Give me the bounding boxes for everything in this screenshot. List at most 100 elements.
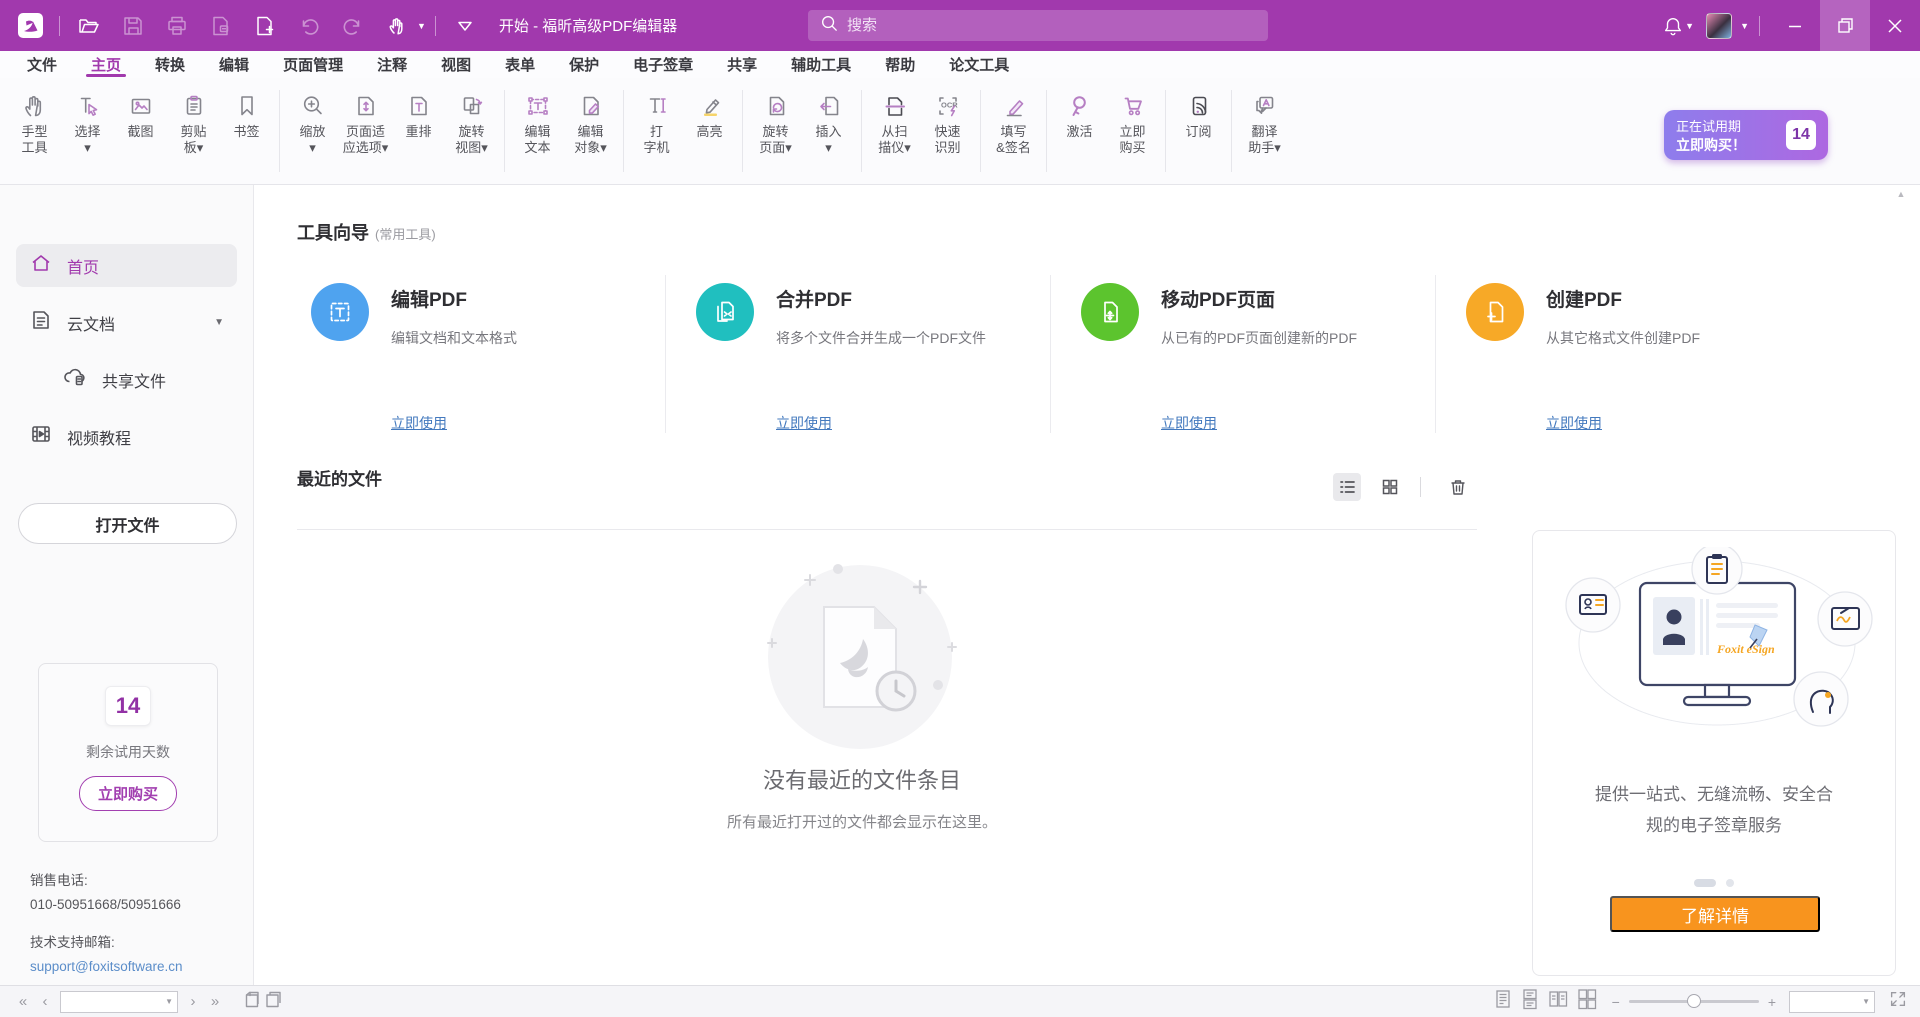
toolbar-button-hand-tool[interactable]: 手型工具: [8, 86, 61, 156]
open-file-icon[interactable]: [69, 6, 109, 46]
prev-page-button[interactable]: ‹: [34, 993, 56, 1010]
menu-tab-12[interactable]: 帮助: [868, 51, 932, 78]
zoom-slider-handle[interactable]: [1687, 994, 1701, 1008]
zoom-slider[interactable]: [1629, 1000, 1759, 1003]
undo-icon[interactable]: [289, 6, 329, 46]
facing-continuous-view-icon[interactable]: [1577, 988, 1597, 1015]
sidebar-item-home[interactable]: 首页: [16, 244, 237, 287]
continuous-view-icon[interactable]: [1521, 988, 1539, 1015]
statusbar: « ‹ ▼ › » − + ▼: [0, 985, 1920, 1017]
zoom-level-combo[interactable]: ▼: [1789, 991, 1875, 1013]
close-button[interactable]: [1870, 0, 1920, 51]
toolbar-button-typewriter[interactable]: 打字机: [630, 86, 683, 156]
list-view-button[interactable]: [1333, 473, 1361, 501]
toolbar-separator: [980, 90, 981, 172]
open-file-button[interactable]: 打开文件: [18, 503, 237, 544]
toolbar-button-edit-object[interactable]: 编辑对象▾: [564, 86, 617, 156]
support-email-link[interactable]: support@foxitsoftware.cn: [30, 955, 183, 979]
user-avatar[interactable]: [1706, 13, 1732, 39]
sidebar-item-video-tutorials[interactable]: 视频教程: [16, 415, 237, 458]
toolbar-button-snapshot[interactable]: 截图: [114, 86, 167, 140]
menu-tab-7[interactable]: 表单: [488, 51, 552, 78]
toolbar-button-subscribe[interactable]: 订阅: [1172, 86, 1225, 140]
ribbon-toggle-icon[interactable]: [445, 6, 485, 46]
menu-tab-13[interactable]: 论文工具: [932, 51, 1026, 78]
new-document-icon[interactable]: [245, 6, 285, 46]
menu-tab-2[interactable]: 转换: [138, 51, 202, 78]
next-page-button[interactable]: ›: [182, 993, 204, 1010]
toolbar-button-label2: ▾: [309, 140, 316, 156]
print-icon[interactable]: [157, 6, 197, 46]
menu-tab-11[interactable]: 辅助工具: [774, 51, 868, 78]
toolbar-button-rotate-page[interactable]: 旋转页面▾: [749, 86, 802, 156]
single-page-view-icon[interactable]: [1494, 988, 1512, 1015]
toolbar-button-zoom[interactable]: 缩放▾: [286, 86, 339, 156]
menu-tab-9[interactable]: 电子签章: [616, 51, 710, 78]
sidebar-item-cloud-docs[interactable]: 云文档 ▼: [16, 301, 237, 344]
restore-button[interactable]: [1820, 0, 1870, 51]
learn-more-button[interactable]: 了解详情: [1610, 896, 1820, 932]
grid-view-button[interactable]: [1376, 473, 1404, 501]
hand-quick-caret-icon[interactable]: ▼: [417, 21, 426, 31]
minimize-button[interactable]: [1770, 0, 1820, 51]
first-page-button[interactable]: «: [12, 993, 34, 1010]
sidebar-item-shared-files[interactable]: 共享文件: [16, 358, 237, 401]
page-combo-caret-icon[interactable]: ▼: [165, 997, 177, 1006]
fullscreen-icon[interactable]: [1888, 989, 1908, 1014]
toolbar-button-translate[interactable]: 翻译助手▾: [1238, 86, 1291, 156]
zoom-combo-caret-icon[interactable]: ▼: [1862, 997, 1874, 1006]
save-icon[interactable]: [113, 6, 153, 46]
toolbar-button-edit-text[interactable]: 编辑文本: [511, 86, 564, 156]
carousel-dot[interactable]: [1694, 879, 1716, 887]
toolbar-button-rotate-view[interactable]: 旋转视图▾: [445, 86, 498, 156]
toolbar-button-reflow[interactable]: 重排: [392, 86, 445, 140]
use-now-link[interactable]: 立即使用: [776, 413, 832, 433]
toolbar-button-highlight[interactable]: 高亮: [683, 86, 736, 140]
search-box[interactable]: [808, 10, 1268, 41]
use-now-link[interactable]: 立即使用: [1161, 413, 1217, 433]
carousel-dot[interactable]: [1726, 879, 1734, 887]
toolbar-button-label: 打: [650, 124, 663, 140]
trial-badge-button[interactable]: 正在试用期 立即购买！ 14: [1664, 110, 1828, 160]
menu-tab-8[interactable]: 保护: [552, 51, 616, 78]
facing-view-icon[interactable]: [1548, 988, 1568, 1015]
chevron-down-icon[interactable]: ▼: [214, 317, 224, 328]
scrollbar-up-arrow[interactable]: ▲: [1894, 187, 1908, 201]
account-caret-icon[interactable]: ▼: [1740, 21, 1749, 31]
menu-tab-3[interactable]: 编辑: [202, 51, 266, 78]
snapshot-from-clipboard-icon[interactable]: [240, 990, 262, 1013]
zoom-level-input[interactable]: [1790, 992, 1862, 1012]
esign-illustration: Foxit eSign: [1545, 547, 1885, 762]
export-doc-icon[interactable]: [201, 6, 241, 46]
redo-icon[interactable]: [333, 6, 373, 46]
zoom-out-button[interactable]: −: [1612, 994, 1620, 1010]
menu-tab-5[interactable]: 注释: [360, 51, 424, 78]
toolbar-button-quick-ocr[interactable]: OCR快速识别: [921, 86, 974, 156]
use-now-link[interactable]: 立即使用: [1546, 413, 1602, 433]
buy-now-button[interactable]: 立即购买: [79, 776, 177, 811]
last-page-button[interactable]: »: [204, 993, 226, 1010]
toolbar-button-bookmark[interactable]: 书签: [220, 86, 273, 140]
menu-tab-6[interactable]: 视图: [424, 51, 488, 78]
zoom-in-button[interactable]: +: [1768, 994, 1776, 1010]
search-input[interactable]: [847, 17, 1256, 34]
toolbar-button-from-scanner[interactable]: 从扫描仪▾: [868, 86, 921, 156]
menu-tab-0[interactable]: 文件: [10, 51, 74, 78]
menu-tab-4[interactable]: 页面管理: [266, 51, 360, 78]
toolbar-button-insert[interactable]: 插入▾: [802, 86, 855, 156]
toolbar-button-buy-now[interactable]: 立即购买: [1106, 86, 1159, 156]
notification-caret-icon[interactable]: ▼: [1685, 21, 1694, 31]
toolbar-button-fill-sign[interactable]: 填写&签名: [987, 86, 1040, 156]
snapshot-icon[interactable]: [262, 990, 284, 1013]
hand-quick-icon[interactable]: [377, 6, 417, 46]
use-now-link[interactable]: 立即使用: [391, 413, 447, 433]
menu-tab-10[interactable]: 共享: [710, 51, 774, 78]
page-number-combo[interactable]: ▼: [60, 991, 178, 1013]
menu-tab-1[interactable]: 主页: [74, 51, 138, 78]
clear-recent-trash-button[interactable]: [1444, 473, 1472, 501]
page-number-input[interactable]: [61, 992, 165, 1012]
toolbar-button-page-fit[interactable]: 页面适应选项▾: [339, 86, 392, 156]
toolbar-button-activate[interactable]: 激活: [1053, 86, 1106, 140]
toolbar-button-select[interactable]: 选择▾: [61, 86, 114, 156]
toolbar-button-clipboard[interactable]: 剪贴板▾: [167, 86, 220, 156]
